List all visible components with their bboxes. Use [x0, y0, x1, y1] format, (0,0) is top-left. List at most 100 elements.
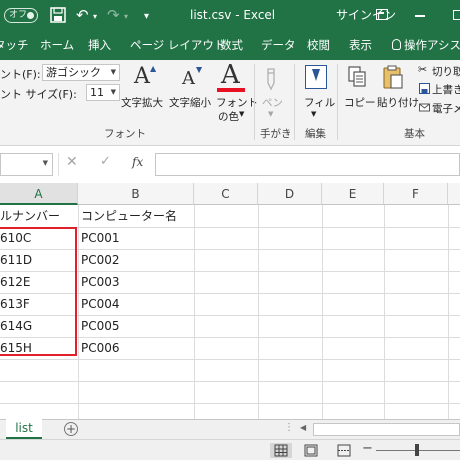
font-name-select[interactable]: 游ゴシック ▼ — [42, 64, 120, 81]
zoom-slider-thumb[interactable] — [415, 444, 419, 456]
cell-b1[interactable]: コンピューター名 — [79, 205, 194, 227]
chevron-down-icon: ▼ — [110, 88, 116, 96]
column-header-c[interactable]: C — [194, 183, 258, 205]
check-icon[interactable]: ✓ — [100, 154, 111, 169]
group-label-edit: 編集 — [305, 128, 326, 140]
tab-data[interactable]: データ — [261, 30, 296, 60]
shrink-font-icon: A — [182, 68, 195, 89]
chevron-down-icon: ▼ — [311, 110, 317, 118]
fill-down-icon — [305, 65, 327, 89]
column-gridline — [258, 205, 259, 420]
sheet-tab-bar: list + ⋮ ◀ — [0, 419, 460, 439]
undo-icon[interactable]: ↶ — [76, 5, 89, 25]
tab-page-layout[interactable]: ページ レイアウト — [130, 30, 225, 60]
cell-b7[interactable]: PC006 — [79, 337, 194, 359]
save-icon[interactable] — [50, 7, 66, 23]
autosave-toggle[interactable]: オフ — [4, 8, 38, 23]
shrink-font-label: 文字縮小 — [169, 97, 211, 109]
cell-b6[interactable]: PC005 — [79, 315, 194, 337]
cell-b4[interactable]: PC003 — [79, 271, 194, 293]
name-box[interactable]: ▼ — [0, 153, 53, 176]
customize-qat-icon[interactable]: ▾ — [144, 7, 149, 27]
tab-review[interactable]: 校閲 — [307, 30, 330, 60]
formula-input[interactable] — [155, 153, 460, 176]
tell-me-label: 操作アシスト — [404, 38, 460, 52]
lightbulb-icon — [392, 39, 401, 50]
scissors-icon: ✂ — [418, 63, 428, 76]
copy-label: コピー — [344, 97, 376, 109]
zoom-out-button[interactable]: − — [362, 441, 373, 456]
font-name-value: 游ゴシック — [46, 66, 101, 79]
grow-font-label: 文字拡大 — [121, 97, 163, 109]
more-icon: ⋮ — [284, 422, 294, 433]
minimize-icon[interactable] — [415, 15, 425, 17]
arrow-up-icon: ▲ — [150, 64, 157, 73]
autosave-label: オフ — [9, 10, 28, 20]
formula-divider — [58, 153, 59, 176]
email-icon — [419, 103, 430, 112]
chevron-down-icon: ▼ — [110, 68, 116, 76]
column-gridline — [194, 205, 195, 420]
insert-function-button[interactable]: fx — [132, 155, 143, 169]
tab-formulas[interactable]: 数式 — [220, 30, 243, 60]
cell-b2[interactable]: PC001 — [79, 227, 194, 249]
overwrite-label: 上書き — [432, 84, 460, 96]
email-label: 電子メ — [432, 103, 460, 115]
copy-icon — [348, 66, 366, 87]
cell-a1[interactable]: ルナンバー — [0, 205, 78, 227]
row-gridline — [0, 403, 460, 404]
scroll-left-icon[interactable]: ◀ — [300, 423, 306, 432]
title-bar: オフ ↶ ▾ ↷ ▾ ▾ list.csv - Excel サインイン — [0, 0, 460, 30]
font-size-label: ント サイズ(F): — [0, 88, 77, 101]
redo-icon[interactable]: ↷ — [107, 5, 120, 25]
column-header-a[interactable]: A — [0, 183, 78, 205]
paste-label: 貼り付け — [377, 97, 419, 109]
tell-me-search[interactable]: 操作アシスト — [392, 30, 460, 60]
column-header-g[interactable] — [448, 183, 460, 205]
grow-font-icon: A — [134, 64, 150, 89]
column-gridline — [322, 205, 323, 420]
normal-view-icon[interactable] — [270, 443, 292, 458]
status-bar: − — [0, 439, 460, 460]
tab-view[interactable]: 表示 — [349, 30, 372, 60]
tab-home[interactable]: ホーム — [40, 30, 74, 60]
cell-b3[interactable]: PC002 — [79, 249, 194, 271]
column-header-d[interactable]: D — [258, 183, 322, 205]
highlight-box — [0, 227, 77, 356]
ribbon-tabs: タッチ ホーム 挿入 ページ レイアウト 数式 データ 校閲 表示 操作アシスト — [0, 30, 460, 60]
row-gridline — [0, 359, 460, 360]
ribbon-separator — [294, 64, 295, 140]
font-color-swatch — [217, 88, 245, 92]
save-icon — [419, 83, 430, 94]
group-label-font: フォント — [104, 128, 146, 140]
add-sheet-button[interactable]: + — [64, 422, 78, 436]
window-title: list.csv - Excel — [190, 8, 276, 22]
chevron-down-icon: ▼ — [268, 110, 274, 118]
page-break-view-icon[interactable] — [333, 443, 355, 458]
close-icon[interactable]: ✕ — [66, 154, 78, 170]
redo-dropdown-icon[interactable]: ▾ — [124, 7, 128, 27]
pen-icon — [267, 68, 275, 91]
font-color-label-1: フォント — [216, 97, 258, 109]
group-label-ink: 手がき — [260, 128, 292, 140]
pen-label: ペン — [262, 97, 283, 109]
page-layout-view-icon[interactable] — [300, 443, 322, 458]
font-size-select[interactable]: 11 ▼ — [86, 84, 120, 101]
formula-bar: ▼ ✕ ✓ fx — [0, 147, 460, 183]
tab-insert[interactable]: 挿入 — [88, 30, 111, 60]
column-header-f[interactable]: F — [384, 183, 448, 205]
ribbon-display-options-icon[interactable] — [376, 9, 388, 20]
column-gridline — [448, 205, 449, 420]
cell-b5[interactable]: PC004 — [79, 293, 194, 315]
tab-touch[interactable]: タッチ — [0, 30, 29, 60]
column-header-b[interactable]: B — [78, 183, 194, 205]
maximize-icon[interactable] — [453, 10, 460, 20]
ribbon-separator — [254, 64, 255, 140]
undo-dropdown-icon[interactable]: ▾ — [93, 7, 97, 27]
chevron-down-icon: ▼ — [239, 110, 245, 118]
horizontal-scrollbar[interactable] — [313, 423, 460, 436]
fill-label: フィル — [304, 97, 336, 109]
sheet-tab-list[interactable]: list — [6, 419, 42, 439]
font-color-icon: A — [221, 60, 240, 90]
column-header-e[interactable]: E — [322, 183, 384, 205]
